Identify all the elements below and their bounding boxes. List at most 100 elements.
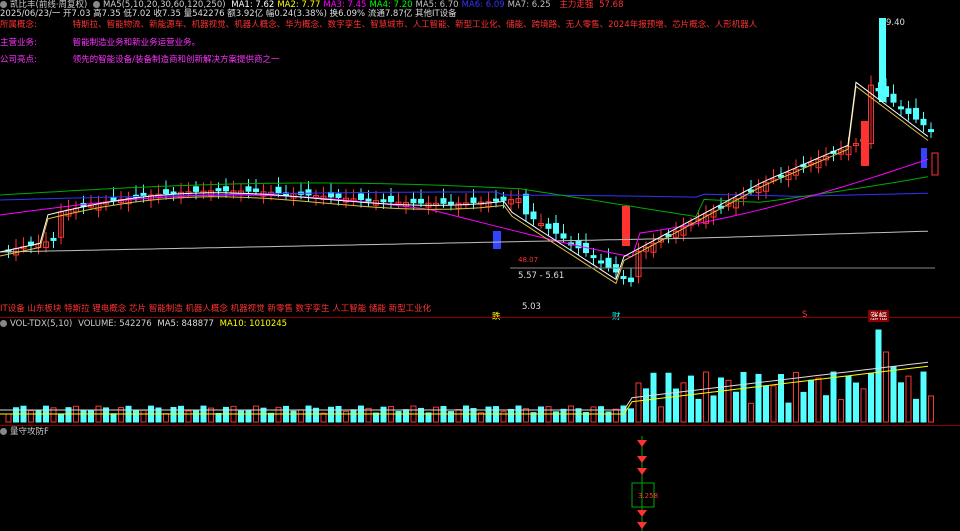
kline-chart[interactable]: [0, 0, 960, 531]
indicator-marker-icon: [637, 468, 647, 475]
event-marker-s[interactable]: S: [802, 310, 807, 320]
candle: [898, 106, 904, 110]
vol-title[interactable]: VOL-TDX(5,10): [10, 319, 72, 329]
indicator-title[interactable]: 量守攻防F: [10, 427, 49, 437]
volume-bar: [778, 374, 784, 423]
candle: [553, 222, 559, 234]
event-marker-die[interactable]: 跌: [492, 310, 501, 322]
volume-bar: [635, 382, 642, 423]
volume-bar: [695, 398, 702, 423]
volume-bar: [748, 402, 754, 423]
volume-bar: [268, 412, 274, 423]
volume-bar: [643, 388, 649, 423]
volume-bar: [650, 372, 657, 423]
candle: [140, 192, 147, 197]
volume-bar: [245, 409, 252, 423]
volume-bar: [328, 406, 334, 423]
candle: [493, 198, 499, 202]
volume-bar: [898, 382, 904, 423]
candle: [500, 196, 507, 201]
indicator-marker-icon: [637, 456, 647, 463]
candle: [905, 108, 912, 114]
candle: [365, 198, 372, 202]
candle: [245, 186, 252, 192]
volume-bar: [560, 408, 567, 423]
volume-bar: [853, 382, 859, 423]
volume-bar: [380, 406, 387, 423]
volume-bar: [238, 410, 244, 423]
volume-bar: [485, 406, 492, 423]
candle: [335, 193, 342, 199]
volume-bar: [718, 377, 724, 423]
candle: [275, 186, 282, 194]
candle: [163, 189, 169, 194]
volume-bar: [860, 388, 867, 423]
volume-bar: [455, 409, 462, 423]
volume-bar: [793, 371, 799, 423]
volume-bar: [395, 410, 402, 423]
ind-dot-icon[interactable]: [0, 428, 7, 435]
candle: [388, 195, 394, 203]
candle: [530, 211, 537, 220]
candle: [380, 199, 387, 203]
volume-bar: [868, 372, 874, 423]
candle: [448, 201, 454, 205]
ma-line: [0, 230, 929, 253]
volume-bar: [5, 413, 12, 423]
volume-bar: [710, 395, 717, 423]
volume-bar: [500, 411, 507, 423]
volume-bar: [800, 391, 807, 423]
candle-highlight: [879, 18, 886, 102]
volume-bar: [785, 402, 792, 423]
volume-bar: [133, 410, 139, 423]
volume-bar: [508, 408, 514, 423]
indicator-marker-icon: [637, 440, 647, 447]
volume-bar: [830, 371, 837, 423]
candle: [215, 188, 222, 192]
volume-bar: [688, 375, 694, 423]
vol-dot-icon[interactable]: [0, 320, 7, 327]
candle: [598, 260, 604, 264]
vol-ma10: MA10: 1010245: [219, 319, 288, 329]
volume-bar: [770, 385, 777, 423]
candle: [620, 276, 627, 280]
volume-bar: [58, 413, 64, 423]
volume-bar: [80, 410, 87, 423]
candle: [223, 186, 229, 192]
candle: [590, 255, 597, 259]
volume-bar: [928, 395, 934, 423]
candle: [628, 277, 634, 283]
volume-bar: [890, 366, 897, 423]
vol-ma5: MA5: 848877: [157, 319, 214, 329]
candle-highlight: [861, 121, 869, 166]
volume-bar: [140, 409, 147, 423]
indicator-marker-icon: [637, 510, 647, 517]
volume-bar: [298, 409, 304, 423]
candle: [920, 118, 927, 126]
high-price-label: 9.40: [886, 18, 905, 28]
volume-bar: [403, 409, 409, 423]
event-marker-zhangfu[interactable]: 涨幅: [868, 310, 890, 322]
volume-bar: [823, 395, 829, 423]
volume-bar: [110, 413, 117, 423]
volume-bar: [28, 410, 34, 423]
candle: [410, 198, 417, 204]
indicator-value: 3.258: [638, 492, 659, 500]
candle: [545, 223, 552, 229]
volume-bar: [755, 373, 762, 423]
candle: [890, 93, 897, 103]
volume-bar: [613, 408, 619, 423]
candle: [253, 188, 259, 192]
candle: [193, 186, 199, 192]
candle: [418, 198, 424, 204]
volume-bar: [575, 408, 582, 423]
divider-main: [0, 317, 960, 318]
candle: [928, 129, 934, 133]
small-annotation: 48.07: [518, 256, 539, 264]
volume-bar: [605, 411, 612, 423]
low-price-label: 5.03: [522, 302, 541, 312]
candle-highlight: [931, 152, 939, 176]
event-marker-cai[interactable]: 财: [612, 310, 621, 322]
volume-bar: [883, 351, 889, 423]
volume-bar: [628, 408, 634, 423]
